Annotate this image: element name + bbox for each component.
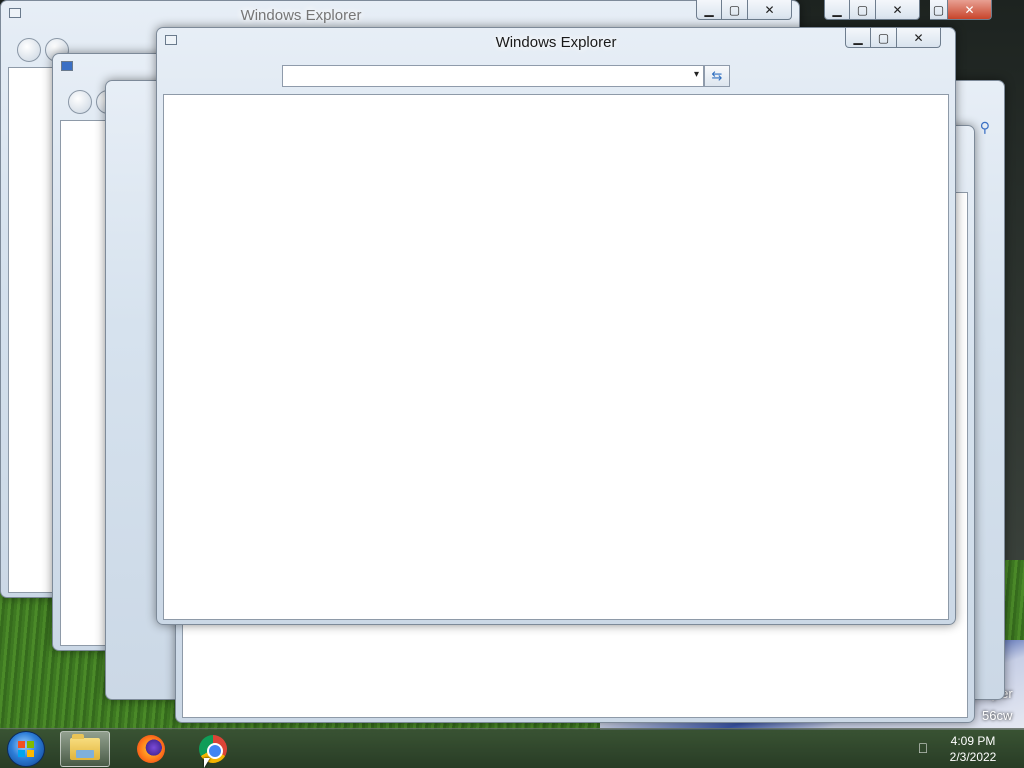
maximize-button[interactable]: ▢ — [871, 28, 897, 48]
window-content-pane — [163, 94, 949, 620]
back-arrow-icon[interactable] — [17, 38, 41, 62]
maximize-button[interactable]: ▢ — [930, 0, 948, 20]
explorer-app-icon[interactable] — [61, 61, 73, 71]
network-icon[interactable]: ⎕ — [915, 739, 931, 757]
search-icon[interactable]: ⚲ — [980, 119, 990, 136]
mouse-cursor — [204, 758, 210, 768]
close-button[interactable]: ✕ — [948, 0, 992, 20]
taskbar-item-firefox[interactable] — [126, 731, 176, 767]
taskbar: ⎕ 4:09 PM 2/3/2022 — [0, 728, 1024, 768]
close-button[interactable]: ✕ — [897, 28, 941, 48]
clock-time: 4:09 PM — [950, 734, 996, 748]
address-bar[interactable]: ▾ — [282, 65, 704, 87]
refresh-icon: ⇆ — [711, 68, 723, 83]
folder-icon — [70, 734, 100, 760]
close-button[interactable]: ✕ — [748, 0, 792, 20]
caption-buttons-back-1: ▁ ▢ ✕ — [676, 0, 796, 24]
window-system-icon[interactable] — [9, 8, 21, 18]
close-button[interactable]: ✕ — [876, 0, 920, 20]
explorer-window-active[interactable]: Windows Explorer ▁ ▢ ✕ ▾ ⇆ — [156, 27, 956, 625]
taskbar-item-chrome[interactable] — [188, 731, 238, 767]
window-title: Windows Explorer — [240, 7, 362, 24]
clock-date: 2/3/2022 — [949, 750, 997, 764]
start-button[interactable] — [7, 731, 45, 767]
taskbar-item-windows-explorer[interactable] — [60, 731, 110, 767]
window-title: Windows Explorer — [495, 34, 617, 51]
refresh-button[interactable]: ⇆ — [704, 65, 730, 87]
minimize-button[interactable]: ▁ — [845, 28, 871, 48]
back-arrow-icon[interactable] — [68, 90, 92, 114]
maximize-button[interactable]: ▢ — [850, 0, 876, 20]
minimize-button[interactable]: ▁ — [824, 0, 850, 20]
maximize-button[interactable]: ▢ — [722, 0, 748, 20]
chevron-down-icon[interactable]: ▾ — [694, 69, 699, 80]
system-clock[interactable]: 4:09 PM 2/3/2022 — [940, 733, 1006, 765]
caption-buttons-back-2: ▁ ▢ ✕ — [800, 0, 930, 24]
minimize-button[interactable]: ▁ — [696, 0, 722, 20]
caption-buttons-back-3: ▢ ✕ — [930, 0, 1000, 24]
desktop-text-fragment: 56cw — [982, 708, 1013, 723]
firefox-icon — [137, 735, 165, 763]
